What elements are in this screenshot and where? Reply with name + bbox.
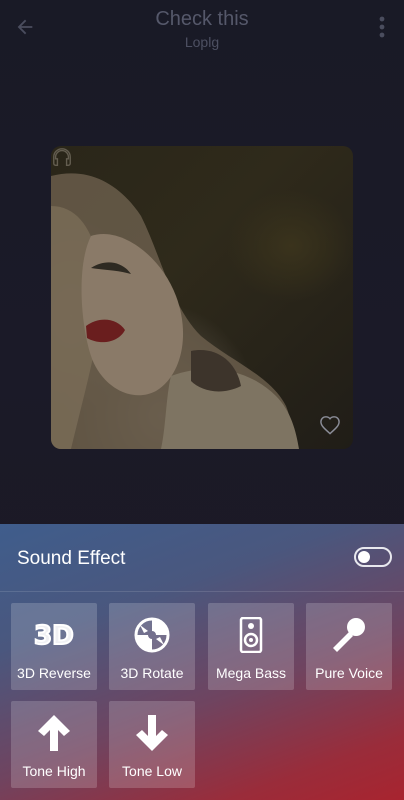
headphones-icon [53, 148, 71, 166]
arrow-up-icon [11, 713, 97, 753]
rotate-icon [109, 615, 195, 655]
effect-label: Tone High [22, 763, 86, 779]
album-art [51, 146, 353, 449]
heart-outline-icon [320, 416, 340, 435]
effect-tone-low[interactable]: Tone Low [109, 701, 195, 788]
sound-effect-header: Sound Effect [0, 524, 404, 592]
effect-label: Tone Low [122, 763, 182, 779]
effect-tone-high[interactable]: Tone High [11, 701, 97, 788]
effect-label: Pure Voice [315, 665, 383, 681]
player-screen: Check this Loplg Sound Effect 3D 3D 3D R… [0, 0, 404, 800]
arrow-down-icon [109, 713, 195, 753]
top-bar: Check this Loplg [0, 0, 404, 60]
effect-label: Mega Bass [215, 665, 287, 681]
more-vert-icon [379, 16, 385, 38]
song-artist: Loplg [184, 34, 220, 50]
favorite-button[interactable] [319, 415, 345, 441]
effect-mega-bass[interactable]: Mega Bass [208, 603, 294, 690]
sound-effect-title: Sound Effect [17, 548, 126, 569]
effect-3d-rotate[interactable]: 3D Rotate [109, 603, 195, 690]
svg-text:3D: 3D [34, 621, 74, 651]
album-photo [51, 173, 299, 449]
effect-pure-voice[interactable]: Pure Voice [306, 603, 392, 690]
3d-icon: 3D 3D [11, 615, 97, 655]
effect-label: 3D Rotate [120, 665, 184, 681]
sound-effect-panel: Sound Effect 3D 3D 3D Reverse 3D Rotate … [0, 524, 404, 800]
toggle-knob [358, 551, 370, 563]
sound-effect-toggle[interactable] [354, 547, 392, 567]
speaker-icon [208, 615, 294, 655]
microphone-icon [306, 615, 392, 655]
overflow-menu-button[interactable] [372, 12, 392, 42]
effect-label: 3D Reverse [17, 665, 91, 681]
effect-3d-reverse[interactable]: 3D 3D 3D Reverse [11, 603, 97, 690]
song-title: Check this [155, 8, 249, 30]
